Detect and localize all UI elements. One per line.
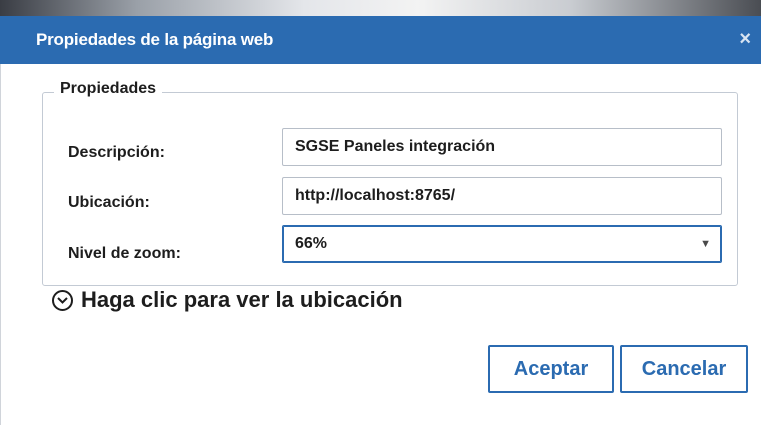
location-label: Ubicación: (68, 194, 150, 211)
accept-button[interactable]: Aceptar (488, 345, 614, 393)
description-label: Descripción: (68, 144, 165, 161)
background-window-strip (0, 0, 761, 16)
chevron-down-circle-icon (52, 289, 73, 311)
properties-legend: Propiedades (54, 80, 163, 98)
dialog-border (0, 64, 1, 425)
zoom-select-value: 66% (295, 235, 328, 252)
zoom-select[interactable]: 66% ▼ (282, 225, 722, 263)
dialog-titlebar: Propiedades de la página web × (0, 16, 761, 64)
close-icon[interactable]: × (739, 28, 751, 51)
cancel-button[interactable]: Cancelar (620, 345, 748, 393)
description-field[interactable] (282, 128, 722, 166)
dialog-title: Propiedades de la página web (36, 30, 274, 49)
show-location-expander[interactable]: Haga clic para ver la ubicación (52, 285, 403, 315)
location-field[interactable] (282, 177, 722, 215)
zoom-label: Nivel de zoom: (68, 245, 181, 262)
expander-label: Haga clic para ver la ubicación (81, 287, 403, 312)
dropdown-arrow-icon: ▼ (700, 238, 711, 250)
